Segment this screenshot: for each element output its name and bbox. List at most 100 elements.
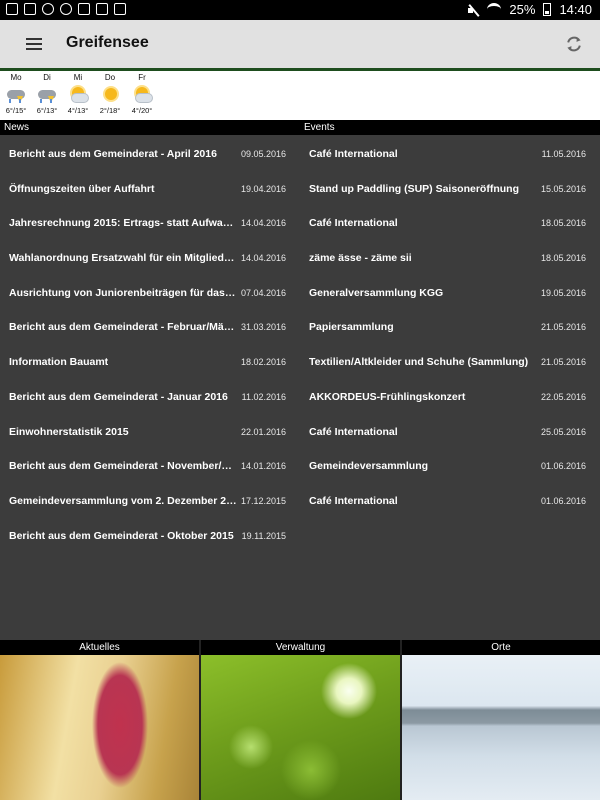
news-date: 19.04.2016: [240, 183, 286, 194]
tile-image: [402, 655, 600, 800]
news-title: Einwohnerstatistik 2015: [9, 425, 129, 438]
tile-image: [201, 655, 400, 800]
news-date: 11.02.2016: [241, 391, 286, 402]
event-title: Café International: [309, 217, 398, 230]
weather-day: Di 6°/13°: [31, 73, 63, 115]
events-header: Events: [300, 120, 600, 135]
event-title: Café International: [309, 494, 398, 507]
news-item[interactable]: Bericht aus dem Gemeinderat - November/D…: [0, 447, 300, 482]
news-date: 14.04.2016: [240, 218, 286, 229]
battery-percent: 25%: [509, 2, 536, 17]
event-title: zäme ässe - zäme sii: [309, 252, 412, 265]
event-date: 21.05.2016: [540, 357, 586, 368]
gallery-icon: [6, 3, 18, 15]
news-date: 09.05.2016: [240, 149, 286, 159]
hamburger-menu-icon[interactable]: [26, 38, 42, 50]
event-date: 01.06.2016: [540, 495, 586, 506]
event-date: 11.05.2016: [541, 149, 586, 159]
weather-day-label: Mi: [73, 73, 83, 82]
event-title: Papiersammlung: [309, 321, 394, 334]
sun-cloud-icon: [131, 84, 153, 103]
news-date: 07.04.2016: [240, 287, 286, 298]
news-title: Bericht aus dem Gemeinderat - April 2016: [9, 148, 217, 160]
news-item[interactable]: Wahlanordnung Ersatzwahl für ein Mitglie…: [0, 239, 300, 274]
weather-day-label: Mo: [10, 73, 22, 82]
weather-day: Mi 4°/13°: [62, 73, 94, 115]
news-item[interactable]: Einwohnerstatistik 2015 22.01.2016: [0, 413, 300, 448]
tile-image: [0, 655, 199, 800]
news-title: Bericht aus dem Gemeinderat - Februar/Mä…: [9, 321, 237, 334]
news-title: Bericht aus dem Gemeinderat - Oktober 20…: [9, 529, 234, 542]
event-date: 21.05.2016: [540, 322, 586, 333]
sync-icon: [60, 3, 72, 15]
category-tiles: Aktuelles Verwaltung Orte: [0, 640, 600, 800]
news-title: Bericht aus dem Gemeinderat - November/D…: [9, 460, 237, 473]
news-item[interactable]: Bericht aus dem Gemeinderat - April 2016…: [0, 135, 300, 170]
news-date: 19.11.2015: [241, 530, 286, 541]
app-title: Greifensee: [66, 34, 149, 51]
clock: 14:40: [559, 2, 592, 17]
upload-icon: [96, 3, 108, 15]
notification-icons: [6, 3, 126, 15]
tile-verwaltung[interactable]: Verwaltung: [201, 640, 400, 800]
event-item[interactable]: Generalversammlung KGG 19.05.2016: [300, 274, 600, 309]
news-item[interactable]: Gemeindeversammlung vom 2. Dezember 2015…: [0, 482, 300, 517]
news-item[interactable]: Bericht aus dem Gemeinderat - Februar/Mä…: [0, 308, 300, 343]
weather-temp: 4°/13°: [67, 106, 89, 115]
sun-cloud-icon: [67, 84, 89, 103]
news-item[interactable]: Bericht aus dem Gemeinderat - Oktober 20…: [0, 517, 300, 552]
event-date: 25.05.2016: [540, 426, 586, 437]
event-date: 01.06.2016: [540, 461, 586, 472]
battery-icon: [543, 3, 552, 16]
weather-temp: 6°/15°: [5, 106, 27, 115]
cloud-storm-rain-icon: [5, 84, 27, 103]
weather-temp: 6°/13°: [36, 106, 58, 115]
sun-icon: [99, 84, 121, 102]
news-header: News: [0, 120, 300, 135]
event-item[interactable]: zäme ässe - zäme sii 18.05.2016: [300, 239, 600, 274]
weather-temp: 4°/20°: [131, 106, 153, 115]
weather-temp: 2°/18°: [99, 106, 121, 115]
weather-day: Do 2°/18°: [94, 73, 126, 115]
event-item[interactable]: Café International 01.06.2016: [300, 482, 600, 517]
cloud-icon: [42, 3, 54, 15]
news-title: Gemeindeversammlung vom 2. Dezember 2015…: [9, 494, 237, 507]
event-item[interactable]: Café International 18.05.2016: [300, 204, 600, 239]
event-item[interactable]: AKKORDEUS-Frühlingskonzert 22.05.2016: [300, 378, 600, 413]
news-date: 17.12.2015: [240, 495, 286, 506]
event-item[interactable]: Stand up Paddling (SUP) Saisoneröffnung 1…: [300, 170, 600, 205]
wifi-icon: [487, 3, 502, 16]
event-title: Textilien/Altkleider und Schuhe (Sammlun…: [309, 356, 529, 369]
weather-day-label: Di: [43, 73, 51, 82]
weather-day-label: Do: [104, 73, 116, 82]
tile-orte[interactable]: Orte: [402, 640, 600, 800]
tile-label: Orte: [402, 640, 600, 655]
news-item[interactable]: Bericht aus dem Gemeinderat - Januar 201…: [0, 378, 300, 413]
tile-aktuelles[interactable]: Aktuelles: [0, 640, 199, 800]
event-item[interactable]: Café International 11.05.2016: [300, 135, 600, 170]
event-title: Café International: [309, 148, 398, 160]
news-date: 18.02.2016: [240, 357, 286, 368]
news-title: Wahlanordnung Ersatzwahl für ein Mitglie…: [9, 252, 237, 265]
news-item[interactable]: Öffnungszeiten über Auffahrt 19.04.2016: [0, 170, 300, 205]
news-title: Information Bauamt: [9, 356, 109, 369]
event-title: Stand up Paddling (SUP) Saisoneröffnung: [309, 182, 519, 195]
event-item[interactable]: Textilien/Altkleider und Schuhe (Sammlun…: [300, 343, 600, 378]
event-item[interactable]: Gemeindeversammlung 01.06.2016: [300, 447, 600, 482]
refresh-icon[interactable]: [564, 34, 584, 54]
news-date: 14.01.2016: [240, 461, 286, 472]
event-date: 19.05.2016: [540, 287, 586, 298]
news-item[interactable]: Information Bauamt 18.02.2016: [0, 343, 300, 378]
event-item[interactable]: Café International 25.05.2016: [300, 413, 600, 448]
mute-icon: [467, 4, 479, 16]
news-item[interactable]: Ausrichtung von Juniorenbeiträgen für da…: [0, 274, 300, 309]
status-bar: 25% 14:40: [0, 0, 600, 20]
screenshot-icon: [114, 3, 126, 15]
news-item[interactable]: Jahresrechnung 2015: Ertrags- statt Aufw…: [0, 204, 300, 239]
weather-forecast[interactable]: Mo 6°/15° Di 6°/13° Mi 4°/13° Do 2°/18° …: [0, 71, 600, 120]
event-date: 18.05.2016: [540, 218, 586, 229]
event-item[interactable]: Papiersammlung 21.05.2016: [300, 308, 600, 343]
weather-day-label: Fr: [138, 73, 146, 82]
event-title: Gemeindeversammlung: [309, 460, 429, 473]
download-icon: [78, 3, 90, 15]
